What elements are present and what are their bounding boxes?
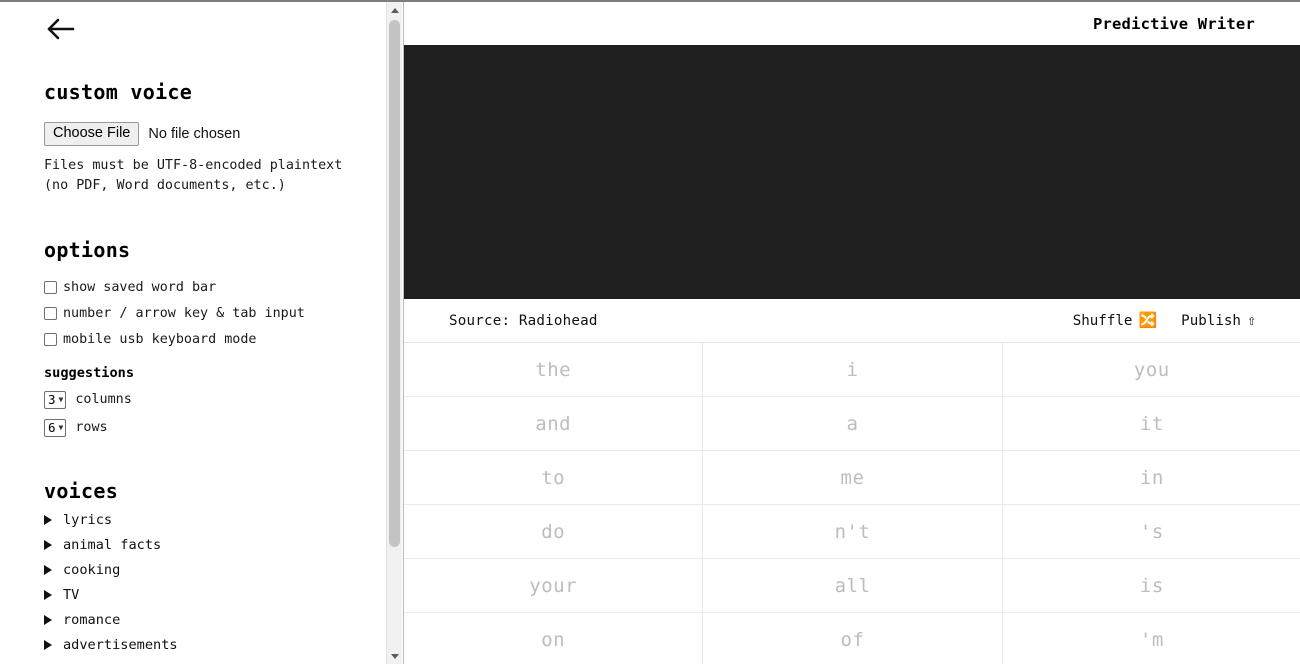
voice-item-romance[interactable]: romance [44,612,386,628]
option-number-arrow-tab-input[interactable]: number / arrow key & tab input [44,306,386,321]
suggestion-cell[interactable]: a [703,397,1003,450]
voice-item-label: TV [63,586,80,603]
predictive-writer-app: custom voice Choose File No file chosen … [0,0,1300,664]
checkbox-mobile-usb-keyboard-mode[interactable] [44,332,57,346]
voice-item-label: advertisements [63,636,178,653]
voice-item-tv[interactable]: TV [44,587,386,603]
suggestion-cell[interactable]: all [703,559,1003,612]
scroll-down-button[interactable] [387,648,402,664]
main-panel: Predictive Writer Source: Radiohead Shuf… [403,2,1300,664]
chevron-right-icon [44,539,52,550]
suggestion-row: do n't 's [404,505,1300,559]
checkbox-show-saved-word-bar[interactable] [44,280,57,294]
chevron-down-icon: ▼ [58,422,64,432]
suggestion-cell[interactable]: i [703,343,1003,396]
shuffle-label: Shuffle [1072,312,1133,329]
suggestion-cell[interactable]: n't [703,505,1003,558]
caret-up-icon [390,7,399,13]
caret-down-icon [390,653,399,659]
option-show-saved-word-bar[interactable]: show saved word bar [44,280,386,295]
chevron-right-icon [44,589,52,600]
rows-select-value: 6 [48,420,56,436]
voice-item-label: romance [63,611,121,628]
rows-select-label: rows [75,420,108,436]
suggestion-cell[interactable]: of [703,613,1003,664]
voice-item-advertisements[interactable]: advertisements [44,637,386,653]
voice-item-label: animal facts [63,536,162,553]
sidebar-content: custom voice Choose File No file chosen … [0,2,386,664]
voice-item-label: lyrics [63,511,113,528]
columns-select[interactable]: 3 ▼ [44,390,67,409]
suggestion-row: and a it [404,397,1300,451]
app-header: Predictive Writer [404,2,1300,45]
writing-canvas[interactable] [404,45,1300,299]
shuffle-button[interactable]: Shuffle 🔀 [1073,313,1157,329]
chevron-right-icon [44,564,52,575]
settings-sidebar: custom voice Choose File No file chosen … [0,2,386,664]
suggestion-row: to me in [404,451,1300,505]
suggestion-cell[interactable]: do [404,505,704,558]
options-heading: options [44,237,131,262]
suggestion-row: the i you [404,343,1300,397]
columns-select-value: 3 [48,392,56,408]
scroll-up-button[interactable] [387,2,402,18]
suggestion-cell[interactable]: 'm [1003,613,1300,664]
suggestion-cell[interactable]: and [404,397,704,450]
voice-item-label: cooking [63,561,121,578]
suggestion-cell[interactable]: on [404,613,704,664]
suggestion-cell[interactable]: you [1003,343,1300,396]
back-button[interactable] [44,14,78,44]
source-label: Source: Radiohead [449,312,598,329]
suggestion-cell[interactable]: the [404,343,704,396]
option-label: number / arrow key & tab input [63,305,305,321]
custom-voice-heading: custom voice [44,80,193,104]
suggestion-cell[interactable]: it [1003,397,1300,450]
columns-select-row: 3 ▼ columns [44,390,386,409]
option-mobile-usb-keyboard-mode[interactable]: mobile usb keyboard mode [44,332,386,347]
suggestion-cell[interactable]: in [1003,451,1300,504]
rows-select-row: 6 ▼ rows [44,418,386,437]
suggestion-cell[interactable]: is [1003,559,1300,612]
file-format-note: Files must be UTF-8-encoded plaintext (n… [44,157,343,193]
upload-arrow-icon: ⇧ [1246,311,1256,329]
shuffle-icon: 🔀 [1138,311,1158,329]
chevron-down-icon: ▼ [58,394,64,404]
option-label: show saved word bar [63,279,217,295]
columns-select-label: columns [75,392,132,408]
suggestion-cell[interactable]: to [404,451,704,504]
voice-item-lyrics[interactable]: lyrics [44,512,386,528]
voice-item-cooking[interactable]: cooking [44,562,386,578]
voice-item-animal-facts[interactable]: animal facts [44,537,386,553]
publish-label: Publish [1181,312,1241,329]
file-name-label: No file chosen [148,125,241,142]
chevron-right-icon [44,514,52,525]
voices-heading: voices [44,478,119,503]
chevron-right-icon [44,614,52,625]
checkbox-number-arrow-tab-input[interactable] [44,306,57,320]
rows-select[interactable]: 6 ▼ [44,418,67,437]
file-input-row: Choose File No file chosen [44,122,386,146]
suggestion-cell[interactable]: me [703,451,1003,504]
suggestion-row: on of 'm [404,613,1300,664]
option-label: mobile usb keyboard mode [63,331,257,347]
suggestion-cell[interactable]: 's [1003,505,1300,558]
suggestion-row: your all is [404,559,1300,613]
choose-file-button[interactable]: Choose File [44,122,140,146]
chevron-right-icon [44,639,52,650]
suggestions-subheading: suggestions [44,364,135,381]
app-title: Predictive Writer [1092,14,1255,33]
suggestion-grid: the i you and a it to me in do n't 's yo… [404,343,1300,664]
canvas-toolbar: Source: Radiohead Shuffle 🔀 Publish ⇧ [404,299,1300,343]
sidebar-scrollbar[interactable] [386,2,402,664]
publish-button[interactable]: Publish ⇧ [1181,313,1256,329]
suggestion-cell[interactable]: your [404,559,704,612]
scrollbar-thumb[interactable] [389,20,400,547]
arrow-left-icon [44,14,78,44]
